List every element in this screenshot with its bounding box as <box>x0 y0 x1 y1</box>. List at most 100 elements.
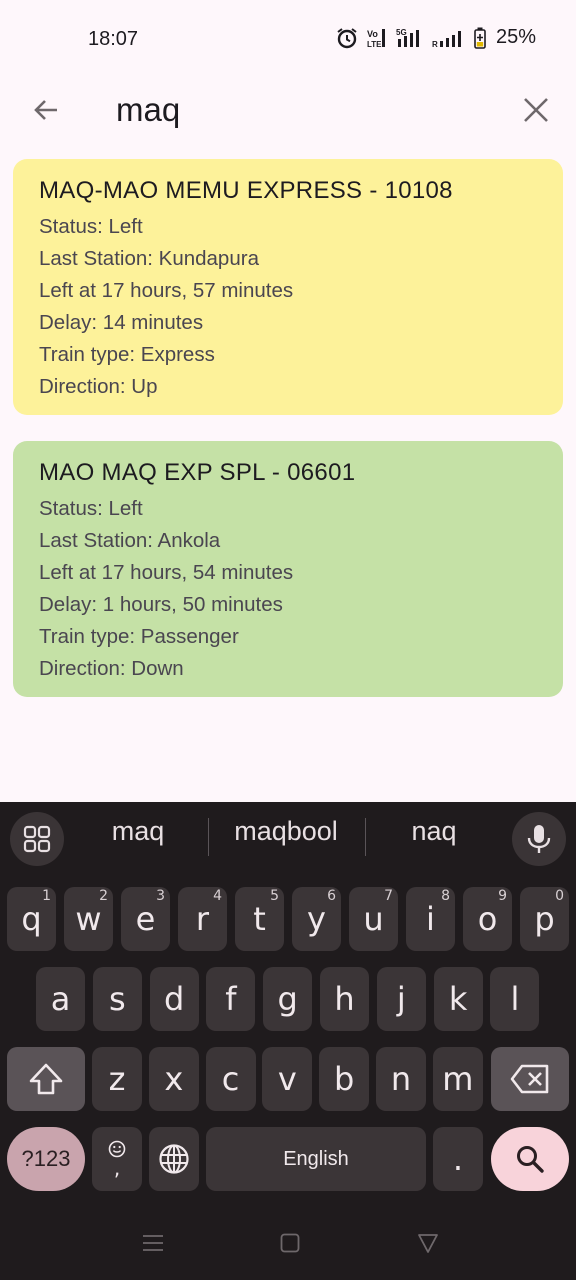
key-hint: 3 <box>156 888 165 904</box>
space-key[interactable]: English <box>206 1127 426 1191</box>
status-bar: 18:07 Vo LTE 5G R 25% <box>0 0 576 78</box>
train-left-at: Left at 17 hours, 57 minutes <box>39 279 294 302</box>
train-delay: Delay: 14 minutes <box>39 311 204 334</box>
key-z[interactable]: z <box>92 1047 142 1111</box>
key-label: w <box>75 900 102 938</box>
key-hint: 8 <box>441 888 450 904</box>
key-label: q <box>21 900 42 938</box>
key-w[interactable]: w2 <box>64 887 113 951</box>
key-o[interactable]: o9 <box>463 887 512 951</box>
key-s[interactable]: s <box>92 967 142 1031</box>
apps-grid-icon <box>23 825 51 853</box>
key-label: e <box>135 900 156 938</box>
key-q[interactable]: q1 <box>7 887 56 951</box>
key-b[interactable]: b <box>319 1047 370 1111</box>
key-hint: 4 <box>213 888 222 904</box>
key-g[interactable]: g <box>263 967 313 1031</box>
key-hint: 6 <box>327 888 336 904</box>
key-label: p <box>534 900 555 938</box>
shift-icon <box>29 1063 63 1095</box>
shift-key[interactable] <box>7 1047 85 1111</box>
train-type: Train type: Express <box>39 343 215 366</box>
keyboard: maq maqbool naq q1w2e3r4t5y6u7i8o9p0 asd… <box>0 802 576 1280</box>
key-a[interactable]: a <box>36 967 85 1031</box>
key-v[interactable]: v <box>262 1047 313 1111</box>
svg-text:Vo: Vo <box>367 29 378 39</box>
comma-label: , <box>113 1156 121 1180</box>
key-label: o <box>477 900 498 938</box>
key-t[interactable]: t5 <box>235 887 284 951</box>
key-e[interactable]: e3 <box>121 887 170 951</box>
period-key[interactable]: . <box>433 1127 483 1191</box>
suggestion-divider <box>365 818 366 856</box>
key-hint: 2 <box>99 888 108 904</box>
key-c[interactable]: c <box>205 1047 256 1111</box>
clear-search-button[interactable] <box>512 86 560 134</box>
back-nav-icon[interactable] <box>417 1232 439 1254</box>
train-left-at: Left at 17 hours, 54 minutes <box>39 561 294 584</box>
key-label: y <box>307 900 326 938</box>
svg-text:5G: 5G <box>396 28 407 37</box>
key-hint: 7 <box>384 888 393 904</box>
key-h[interactable]: h <box>320 967 369 1031</box>
train-status: Status: Left <box>39 215 143 238</box>
key-hint: 1 <box>42 888 51 904</box>
key-x[interactable]: x <box>148 1047 199 1111</box>
volte-icon: VoLTE <box>367 28 385 49</box>
status-icons: Vo LTE 5G R 25% <box>336 26 536 49</box>
language-key[interactable] <box>149 1127 199 1191</box>
symbols-key[interactable]: ?123 <box>7 1127 85 1191</box>
svg-text:LTE: LTE <box>367 40 382 49</box>
recent-apps-icon[interactable] <box>142 1232 164 1254</box>
train-title: MAO MAQ EXP SPL - 06601 <box>39 459 356 486</box>
key-y[interactable]: y6 <box>292 887 341 951</box>
train-last-station: Last Station: Kundapura <box>39 247 259 270</box>
keyboard-menu-button[interactable] <box>10 812 64 866</box>
train-card[interactable]: MAQ-MAO MEMU EXPRESS - 10108 Status: Lef… <box>13 159 563 415</box>
emoji-comma-key[interactable]: , <box>92 1127 142 1191</box>
key-m[interactable]: m <box>432 1047 483 1111</box>
battery-percent: 25% <box>495 26 536 48</box>
train-card[interactable]: MAO MAQ EXP SPL - 06601 Status: Left Las… <box>13 441 563 697</box>
key-d[interactable]: d <box>149 967 199 1031</box>
navigation-bar <box>0 1222 576 1280</box>
train-delay: Delay: 1 hours, 50 minutes <box>39 593 283 616</box>
key-p[interactable]: p0 <box>520 887 569 951</box>
voice-input-button[interactable] <box>512 812 566 866</box>
alarm-icon <box>337 27 357 48</box>
svg-text:R: R <box>432 40 438 49</box>
key-l[interactable]: l <box>490 967 540 1031</box>
train-direction: Direction: Up <box>39 375 158 398</box>
key-r[interactable]: r4 <box>178 887 227 951</box>
search-key[interactable] <box>491 1127 569 1191</box>
train-last-station: Last Station: Ankola <box>39 529 221 552</box>
key-k[interactable]: k <box>433 967 483 1031</box>
mic-icon <box>527 825 551 853</box>
suggestion-strip: maq maqbool naq <box>0 802 576 872</box>
key-i[interactable]: i8 <box>406 887 455 951</box>
arrow-back-icon <box>34 100 57 120</box>
back-button[interactable] <box>22 86 70 134</box>
train-status: Status: Left <box>39 497 143 520</box>
key-u[interactable]: u7 <box>349 887 398 951</box>
suggestion-2[interactable]: maqbool <box>216 816 356 847</box>
train-direction: Direction: Down <box>39 657 184 680</box>
battery-icon <box>474 27 486 49</box>
search-input[interactable] <box>116 82 496 138</box>
status-time: 18:07 <box>88 28 139 50</box>
home-icon[interactable] <box>280 1232 300 1254</box>
backspace-icon <box>510 1064 549 1094</box>
key-hint: 9 <box>498 888 507 904</box>
key-n[interactable]: n <box>376 1047 426 1111</box>
train-title: MAQ-MAO MEMU EXPRESS - 10108 <box>39 177 453 204</box>
key-f[interactable]: f <box>206 967 256 1031</box>
search-icon <box>517 1146 544 1173</box>
train-type: Train type: Passenger <box>39 625 239 648</box>
key-hint: 0 <box>555 888 564 904</box>
key-label: u <box>363 900 384 938</box>
key-j[interactable]: j <box>376 967 426 1031</box>
suggestion-1[interactable]: maq <box>82 816 194 847</box>
backspace-key[interactable] <box>491 1047 569 1111</box>
suggestion-3[interactable]: naq <box>378 816 490 847</box>
key-label: r <box>195 900 210 938</box>
